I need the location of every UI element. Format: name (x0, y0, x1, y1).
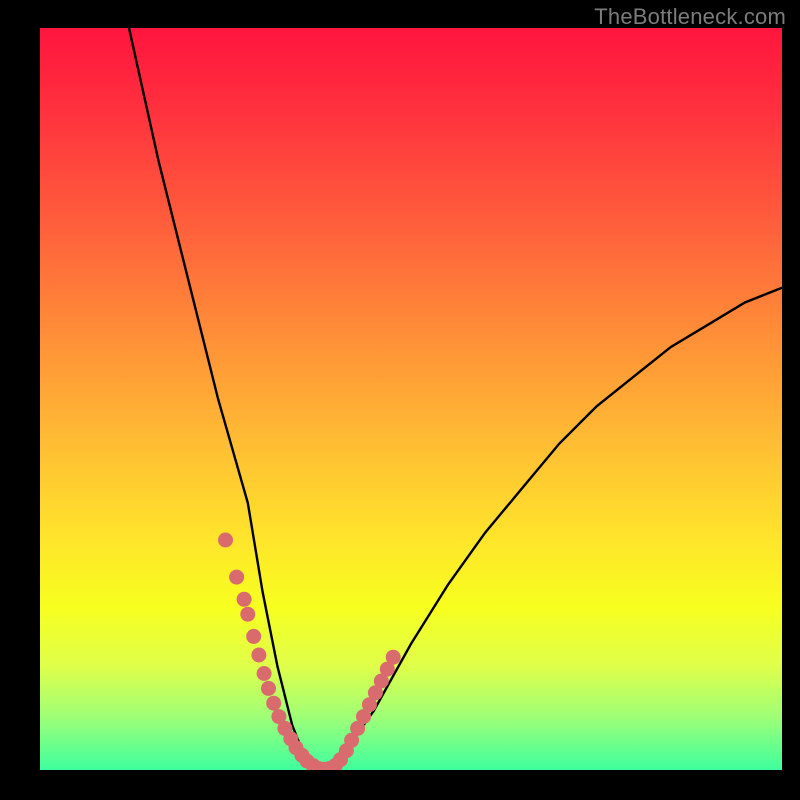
highlight-dot (251, 648, 266, 663)
highlight-dot (386, 650, 401, 665)
highlight-dot (266, 696, 281, 711)
highlight-dot (218, 533, 233, 548)
chart-frame: TheBottleneck.com (0, 0, 800, 800)
highlight-dot (240, 607, 255, 622)
highlight-dots-group (218, 533, 401, 771)
highlight-dot (257, 666, 272, 681)
plot-area (40, 28, 782, 770)
highlight-dot (261, 681, 276, 696)
chart-svg (40, 28, 782, 770)
highlight-dot (229, 570, 244, 585)
bottleneck-curve-path (129, 28, 782, 770)
watermark-text: TheBottleneck.com (594, 4, 786, 30)
highlight-dot (246, 629, 261, 644)
highlight-dot (237, 592, 252, 607)
